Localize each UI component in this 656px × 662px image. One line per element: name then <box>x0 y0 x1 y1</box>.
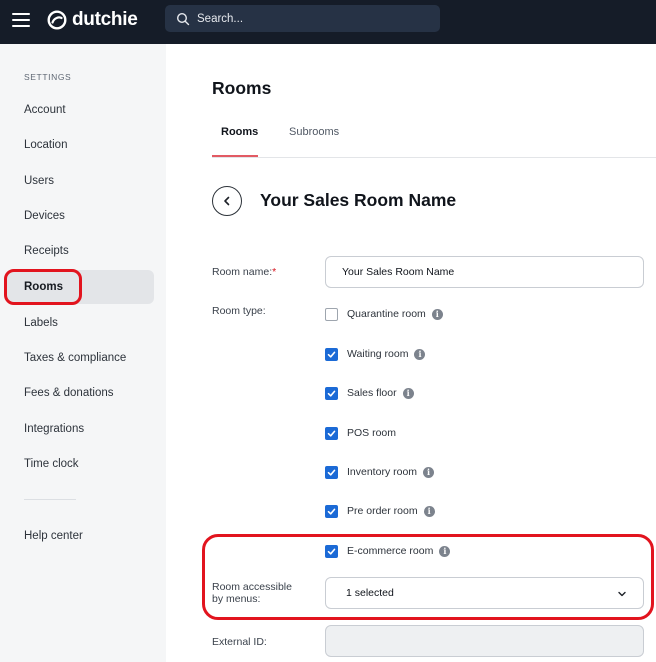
checkbox-label: Quarantine room <box>347 308 426 320</box>
checkbox-pre-order[interactable] <box>325 504 338 518</box>
check-icon <box>327 469 336 476</box>
checkbox-label: POS room <box>347 427 397 439</box>
room-type-quarantine: Quarantine room i <box>325 306 443 322</box>
checkbox-sales-floor[interactable] <box>325 386 338 400</box>
info-icon[interactable]: i <box>423 505 435 517</box>
external-id-label: External ID: <box>212 636 267 648</box>
tab-rooms[interactable]: Rooms <box>221 126 258 138</box>
top-navigation-bar: dutchie Search... <box>0 0 656 44</box>
checkbox-label: Pre order room <box>347 505 418 517</box>
info-icon[interactable]: i <box>431 308 443 320</box>
sidebar-heading: SETTINGS <box>24 72 72 82</box>
sidebar-item-location[interactable]: Location <box>6 128 154 162</box>
room-type-pos: POS room <box>325 425 396 441</box>
highlight-outline-rooms <box>4 269 82 305</box>
info-icon[interactable]: i <box>423 466 435 478</box>
sidebar-item-devices[interactable]: Devices <box>6 199 154 233</box>
checkbox-quarantine[interactable] <box>325 307 338 321</box>
active-tab-indicator <box>212 155 258 157</box>
room-name-label-text: Room name: <box>212 266 273 278</box>
check-icon <box>327 351 336 358</box>
sidebar-item-help-center[interactable]: Help center <box>6 519 154 553</box>
check-icon <box>327 508 336 515</box>
page-title: Rooms <box>212 78 272 98</box>
tab-subrooms[interactable]: Subrooms <box>289 126 339 138</box>
room-name-input[interactable]: Your Sales Room Name <box>325 256 644 288</box>
room-name-label: Room name:* <box>212 266 276 278</box>
highlight-outline-ecommerce <box>202 534 654 620</box>
sidebar-item-integrations[interactable]: Integrations <box>6 412 154 446</box>
room-type-label: Room type: <box>212 305 266 317</box>
checkbox-pos[interactable] <box>325 426 338 440</box>
checkbox-label: Waiting room <box>347 348 409 360</box>
room-type-sales-floor: Sales floor i <box>325 385 414 401</box>
search-input[interactable]: Search... <box>165 5 440 32</box>
room-type-pre-order: Pre order room i <box>325 503 435 519</box>
room-type-waiting: Waiting room i <box>325 346 426 362</box>
sidebar-item-fees-donations[interactable]: Fees & donations <box>6 376 154 410</box>
info-icon[interactable]: i <box>402 387 414 399</box>
search-icon <box>176 12 190 25</box>
sidebar-item-users[interactable]: Users <box>6 164 154 198</box>
external-id-input[interactable] <box>325 625 644 657</box>
sidebar-item-taxes-compliance[interactable]: Taxes & compliance <box>6 341 154 375</box>
sidebar-item-account[interactable]: Account <box>6 93 154 127</box>
sidebar-divider <box>24 499 76 500</box>
back-button[interactable] <box>212 186 242 216</box>
search-placeholder: Search... <box>197 12 244 25</box>
sidebar-item-receipts[interactable]: Receipts <box>6 234 154 268</box>
checkbox-label: Inventory room <box>347 466 418 478</box>
check-icon <box>327 390 336 397</box>
checkbox-label: Sales floor <box>347 387 397 399</box>
checkbox-inventory[interactable] <box>325 465 338 479</box>
dutchie-logo-icon <box>47 10 67 30</box>
dutchie-logo[interactable]: dutchie <box>47 8 138 32</box>
sidebar-item-labels[interactable]: Labels <box>6 306 154 340</box>
settings-sidebar: SETTINGS Account Location Users Devices … <box>0 44 166 662</box>
checkbox-waiting[interactable] <box>325 347 338 361</box>
hamburger-menu-icon[interactable] <box>12 13 30 27</box>
check-icon <box>327 430 336 437</box>
sidebar-item-time-clock[interactable]: Time clock <box>6 447 154 481</box>
tabs-divider <box>212 157 656 158</box>
required-mark: * <box>272 266 277 278</box>
room-title: Your Sales Room Name <box>260 190 457 210</box>
info-icon[interactable]: i <box>414 348 426 360</box>
chevron-left-icon <box>224 196 230 206</box>
logo-text: dutchie <box>72 9 138 30</box>
room-type-inventory: Inventory room i <box>325 464 435 480</box>
